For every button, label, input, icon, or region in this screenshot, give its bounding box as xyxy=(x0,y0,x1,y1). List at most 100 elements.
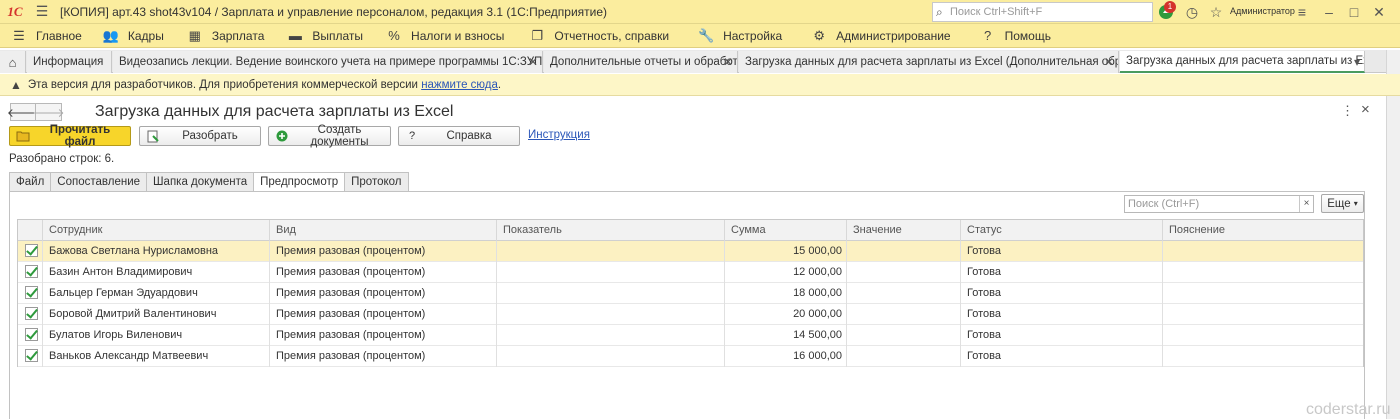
1c-logo: 1С xyxy=(7,3,23,19)
wrench-icon: 🔧 xyxy=(697,27,715,43)
settings-menu-icon[interactable]: ≡ xyxy=(1291,0,1313,24)
cell-status: Готова xyxy=(960,283,1162,304)
table-row[interactable]: Боровой Дмитрий Валентинович Премия разо… xyxy=(18,304,1363,325)
table-row[interactable]: Бажова Светлана Нурисламовна Премия разо… xyxy=(18,241,1363,262)
column-header[interactable]: Вид xyxy=(269,220,496,241)
table-row[interactable]: Бальцер Герман Эдуардович Премия разовая… xyxy=(18,283,1363,304)
history-icon[interactable]: ◷ xyxy=(1182,0,1202,24)
cell-indicator xyxy=(496,241,724,262)
close-tab-icon[interactable]: ✕ xyxy=(1104,55,1114,69)
menu-taxes-label: Налоги и взносы xyxy=(411,28,505,43)
help-button[interactable]: ? Справка xyxy=(398,126,520,146)
folder-icon xyxy=(16,129,30,143)
row-checkbox[interactable] xyxy=(18,262,42,283)
forward-arrow-icon[interactable]: 🡒 xyxy=(32,103,65,121)
checkbox-checked-icon[interactable] xyxy=(25,307,38,320)
cell-employee: Булатов Игорь Виленович xyxy=(42,325,269,346)
window-tab-label: Загрузка данных для расчета зарплаты из … xyxy=(745,56,1118,68)
cell-note xyxy=(1162,241,1365,262)
close-window-icon[interactable]: ✕ xyxy=(1368,0,1390,24)
column-header[interactable]: Пояснение xyxy=(1162,220,1365,241)
create-documents-label: Создать документы xyxy=(310,124,369,148)
checkbox-checked-icon[interactable] xyxy=(25,328,38,341)
tab-preview[interactable]: Предпросмотр xyxy=(253,172,345,192)
column-header[interactable]: Статус xyxy=(960,220,1162,241)
warning-tail: . xyxy=(497,78,502,91)
menu-taxes[interactable]: % Налоги и взносы xyxy=(379,24,512,48)
menu-admin[interactable]: ⚙ Администрирование xyxy=(804,24,958,48)
row-checkbox[interactable] xyxy=(18,241,42,262)
cell-note xyxy=(1162,304,1365,325)
buy-link[interactable]: нажмите сюда xyxy=(421,79,498,91)
close-tab-icon[interactable]: ✕ xyxy=(528,55,538,69)
form-more-icon[interactable]: ⋮ xyxy=(1341,103,1354,119)
table-row[interactable]: Булатов Игорь Виленович Премия разовая (… xyxy=(18,325,1363,346)
cell-value xyxy=(846,283,960,304)
row-checkbox[interactable] xyxy=(18,283,42,304)
menu-salary[interactable]: ▦ Зарплата xyxy=(180,24,273,48)
menu-settings[interactable]: 🔧 Настройка xyxy=(691,24,790,48)
cell-status: Готова xyxy=(960,325,1162,346)
header-check xyxy=(18,220,42,241)
tab-file[interactable]: Файл xyxy=(9,172,51,192)
global-search-input[interactable]: ⌕ Поиск Ctrl+Shift+F xyxy=(932,2,1153,22)
row-checkbox[interactable] xyxy=(18,325,42,346)
cell-status: Готова xyxy=(960,241,1162,262)
help-label: Справка xyxy=(446,130,492,142)
window-tab-info[interactable]: Информация xyxy=(27,51,112,73)
maximize-icon[interactable]: □ xyxy=(1343,0,1365,24)
hamburger-menu-icon[interactable]: ☰ xyxy=(30,0,54,24)
cell-sum: 20 000,00 xyxy=(724,304,846,325)
table-search-input[interactable]: Поиск (Ctrl+F) × xyxy=(1124,195,1314,213)
help-icon: ? xyxy=(983,28,992,43)
checkbox-checked-icon[interactable] xyxy=(25,244,38,257)
parse-button[interactable]: Разобрать xyxy=(139,126,261,146)
cell-sum: 14 500,00 xyxy=(724,325,846,346)
table-row[interactable]: Базин Антон Владимирович Премия разовая … xyxy=(18,262,1363,283)
window-tab-excel-processing[interactable]: Загрузка данных для расчета зарплаты из … xyxy=(739,51,1119,73)
menu-main[interactable]: ☰ Главное xyxy=(0,24,90,48)
tab-protocol[interactable]: Протокол xyxy=(344,172,409,192)
row-checkbox[interactable] xyxy=(18,346,42,367)
clear-search-icon[interactable]: × xyxy=(1299,196,1313,212)
window-tab-video-lecture[interactable]: Видеозапись лекции. Ведение воинского уч… xyxy=(113,51,543,73)
tab-mapping[interactable]: Сопоставление xyxy=(50,172,147,192)
cell-kind: Премия разовая (процентом) xyxy=(269,325,496,346)
checkbox-checked-icon[interactable] xyxy=(25,265,38,278)
close-tab-icon[interactable]: ✕ xyxy=(723,55,733,69)
menu-help[interactable]: ? Помощь xyxy=(973,24,1059,48)
favorites-star-icon[interactable]: ☆ xyxy=(1206,0,1226,24)
window-tab-excel-load[interactable]: Загрузка данных для расчета зарплаты из … xyxy=(1120,51,1365,73)
create-documents-button[interactable]: Создать документы xyxy=(268,124,391,148)
list-icon: ☰ xyxy=(13,27,25,43)
current-user[interactable]: Администратор xyxy=(1230,6,1295,16)
read-file-button[interactable]: Прочитать файл xyxy=(9,124,131,148)
column-header[interactable]: Показатель xyxy=(496,220,724,241)
more-button[interactable]: Еще ▾ xyxy=(1321,194,1364,213)
cell-sum: 18 000,00 xyxy=(724,283,846,304)
watermark: coderstar.ru xyxy=(1306,401,1391,418)
column-header[interactable]: Сумма xyxy=(724,220,846,241)
window-tab-extra-reports[interactable]: Дополнительные отчеты и обработки ✕ xyxy=(544,51,738,73)
right-panel-edge xyxy=(1386,50,1400,419)
row-checkbox[interactable] xyxy=(18,304,42,325)
column-header[interactable]: Сотрудник xyxy=(42,220,269,241)
home-tab[interactable]: ⌂ xyxy=(0,51,26,73)
column-header[interactable]: Значение xyxy=(846,220,960,241)
menu-payments-label: Выплаты xyxy=(312,28,364,43)
parse-label: Разобрать xyxy=(182,130,238,142)
form-close-icon[interactable]: × xyxy=(1361,101,1370,118)
tab-dropdown-icon[interactable]: ▾ xyxy=(1354,55,1360,69)
developer-version-warning: ▲ Эта версия для разработчиков. Для прио… xyxy=(0,74,1400,96)
menu-hr[interactable]: 👥 Кадры xyxy=(96,24,172,48)
instruction-link[interactable]: Инструкция xyxy=(528,129,590,141)
cell-note xyxy=(1162,325,1365,346)
checkbox-checked-icon[interactable] xyxy=(25,286,38,299)
menu-payments[interactable]: ▬ Выплаты xyxy=(280,24,371,48)
cell-kind: Премия разовая (процентом) xyxy=(269,241,496,262)
tab-document-header[interactable]: Шапка документа xyxy=(146,172,254,192)
menu-reports[interactable]: ❐ Отчетность, справки xyxy=(522,24,677,48)
table-row[interactable]: Ваньков Александр Матвеевич Премия разов… xyxy=(18,346,1363,367)
minimize-icon[interactable]: – xyxy=(1318,0,1340,24)
checkbox-checked-icon[interactable] xyxy=(25,349,38,362)
